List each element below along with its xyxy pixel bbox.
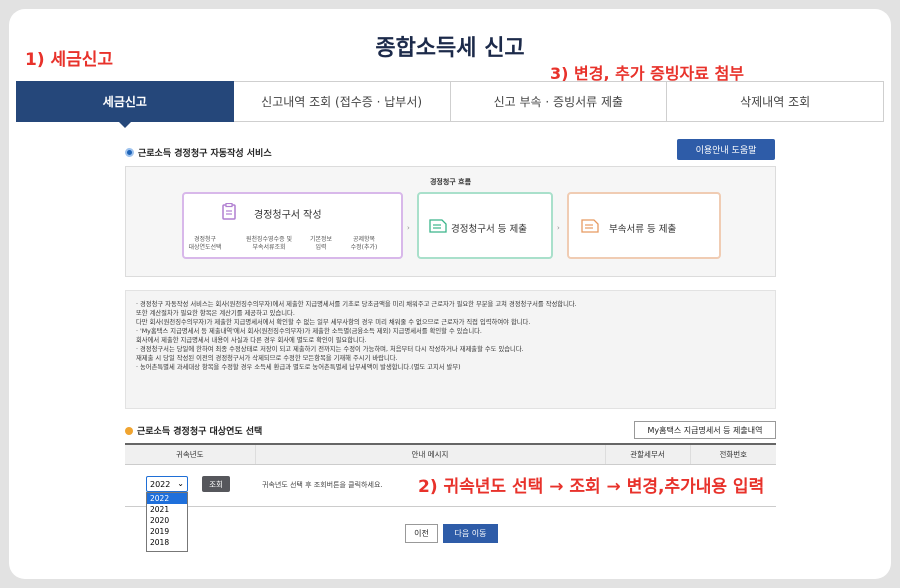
year-select[interactable]: 2022 ⌄ [146,476,188,492]
tab-bar: 세금신고 신고내역 조회 (접수증 · 납부서) 신고 부속 · 증빙서류 제출… [16,81,884,128]
year-option[interactable]: 2020 [147,515,187,526]
note-line: · 농어촌특별세 과세대상 항목을 수정할 경우 소득세 환급과 별도로 농어촌… [136,364,461,371]
year-option[interactable]: 2022 [147,493,187,504]
next-button[interactable]: 다음 이동 [443,524,498,543]
tab-attach-documents[interactable]: 신고 부속 · 증빙서류 제출 [450,81,668,122]
note-line: · 'My홈택스 지급명세서 등 제출내역'에서 회사(원천징수의무자)가 제출… [136,328,482,335]
bullet-icon [125,426,133,435]
flow-step-attach: 부속서류 등 제출 [567,192,721,259]
tab-filing-history[interactable]: 신고내역 조회 (접수증 · 납부서) [233,81,451,122]
submit-document-icon [429,219,447,233]
annotation-step1: 1) 세금신고 [25,50,114,70]
flow-step-write: 경정청구서 작성 경정청구 대상연도선택 원천징수영수증 및 부속서류조회 기본정보… [182,192,403,259]
column-header: 전화번호 [690,444,776,465]
flow-substep-year: 경정청구 대상연도선택 [188,236,222,251]
year-option[interactable]: 2019 [147,526,187,537]
attach-document-icon [581,219,599,233]
column-header: 귀속년도 [125,444,256,465]
table-header-row: 귀속년도 안내 메시지 관할세무서 전화번호 [125,444,776,465]
flow-substep-deduction: 공제항목 수정(추가) [350,236,378,251]
flow-step-submit: 경정청구서 등 제출 [417,192,553,259]
notes-panel: · 경정청구 자동작성 서비스는 회사(원천징수의무자)에서 제출한 지급명세서… [125,290,776,409]
note-line: 다만 회사(원천징수의무자)가 제출한 지급명세서에서 확인할 수 없는 일부 … [136,319,531,326]
year-option[interactable]: 2021 [147,504,187,515]
annotation-step2: 2) 귀속년도 선택 → 조회 → 변경,추가내용 입력 [416,472,767,497]
prev-button[interactable]: 이전 [405,524,438,543]
page-title: 종합소득세 신고 [375,36,525,61]
note-line: 재제출 시 당일 작성된 이전의 경정청구서가 삭제되므로 수정한 모든항목을 … [136,355,398,362]
tab-deleted-history[interactable]: 삭제내역 조회 [667,81,884,122]
flow-panel: 경정청구 흐름 경정청구서 작성 경정청구 대상연도선택 원천징수영수증 및 부속서… [125,166,776,277]
column-header: 관할세무서 [605,444,691,465]
flow-step-write-label: 경정청구서 작성 [254,210,322,221]
document-icon [222,203,236,220]
help-guide-button[interactable]: 이용안내 도움말 [677,139,775,160]
flow-substep-receipt: 원천징수영수증 및 부속서류조회 [245,236,293,251]
section-title-year: 근로소득 경정청구 대상연도 선택 [125,424,262,437]
bullet-icon [125,148,134,157]
flow-step-attach-label: 부속서류 등 제출 [609,224,677,235]
flow-substep-basic: 기본정보 입력 [309,236,333,251]
chevron-down-icon: ⌄ [177,479,184,488]
note-line: 또한 계산절차가 필요한 항목은 계산기를 제공하고 있습니다. [136,310,295,317]
flow-step-submit-label: 경정청구서 등 제출 [451,224,527,235]
tab-tax-filing[interactable]: 세금신고 [16,81,234,128]
flow-arrow-icon: › [557,224,560,232]
myhome-statement-button[interactable]: My홈택스 지급명세서 등 제출내역 [634,421,776,439]
note-line: · 경정청구서는 당일에 한하여 최종 수정상태로 저장이 되고 제출하기 전까… [136,346,524,353]
flow-arrow-icon: › [407,224,410,232]
inquiry-button[interactable]: 조회 [202,476,230,492]
year-dropdown-list: 2022 2021 2020 2019 2018 [146,492,188,552]
column-header: 안내 메시지 [255,444,606,465]
year-option[interactable]: 2018 [147,537,187,548]
section-title-service: 근로소득 경정청구 자동작성 서비스 [125,146,272,159]
guide-message: 귀속년도 선택 후 조회버튼을 클릭하세요. [262,481,383,489]
note-line: 회사에서 제출한 지급명세서 내용이 사실과 다른 경우 회사에 별도로 확인이… [136,337,367,344]
flow-caption: 경정청구 흐름 [429,178,472,186]
note-line: · 경정청구 자동작성 서비스는 회사(원천징수의무자)에서 제출한 지급명세서… [136,301,577,308]
